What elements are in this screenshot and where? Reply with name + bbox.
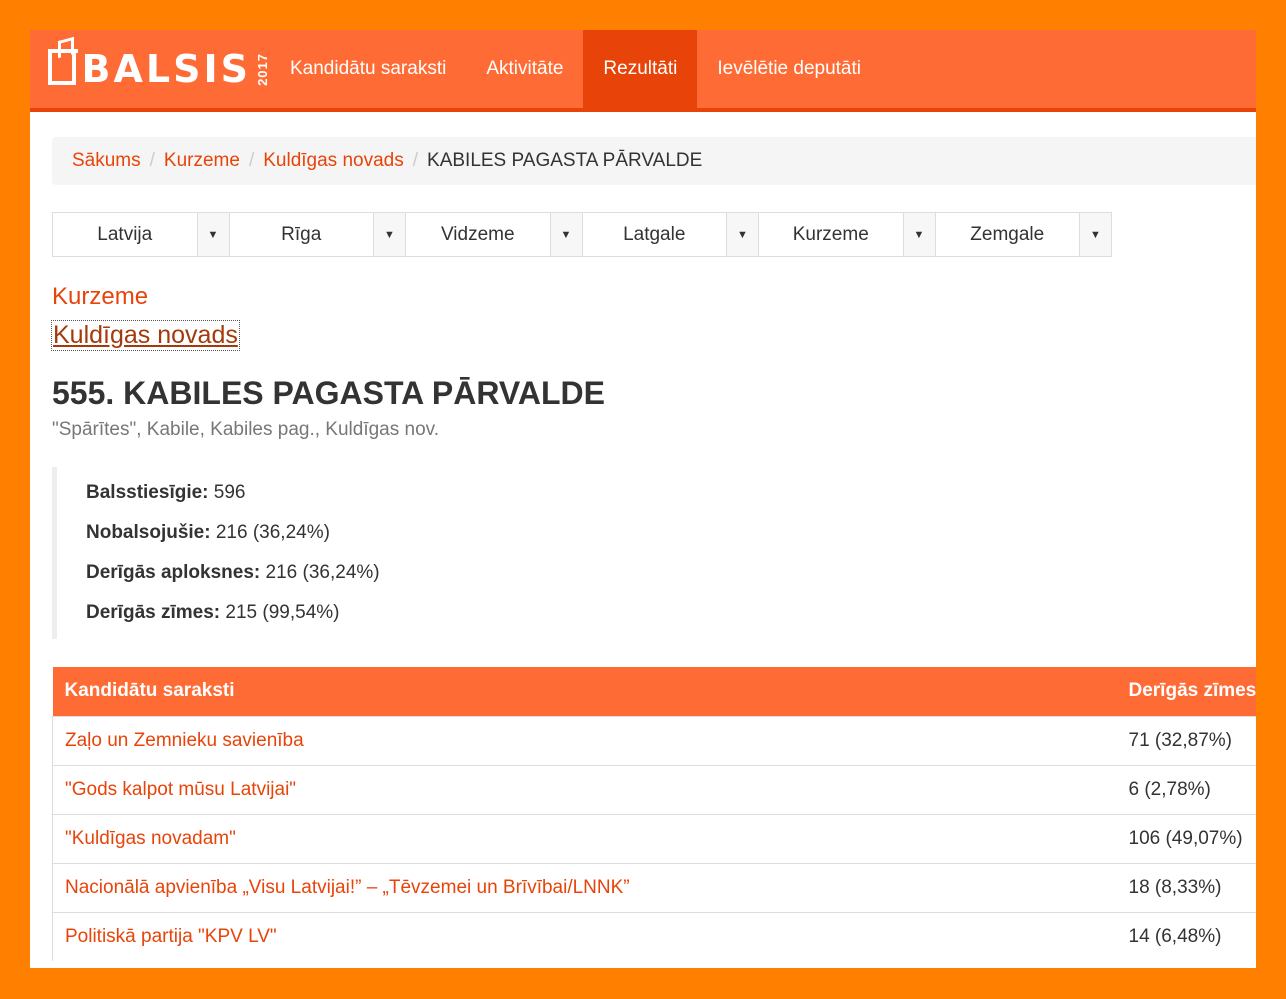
breadcrumb-district[interactable]: Kuldīgas novads <box>263 150 404 172</box>
party-link[interactable]: "Gods kalpot mūsu Latvijai" <box>52 764 1117 814</box>
caret-down-icon[interactable]: ▼ <box>549 213 582 256</box>
nav-item-results[interactable]: Rezultāti <box>583 30 698 108</box>
selector-label[interactable]: Vidzeme <box>406 213 550 256</box>
selector-label[interactable]: Zemgale <box>935 213 1079 256</box>
table-row: Zaļo un Zemnieku savienība 71 (32,87%) <box>52 715 1256 765</box>
region-selectors: Latvija ▼ Rīga ▼ Vidzeme ▼ Latgale ▼ Kur… <box>52 212 1112 257</box>
table-row: "Kuldīgas novadam" 106 (49,07%) <box>52 813 1256 863</box>
stat-value: 216 (36,24%) <box>265 562 380 583</box>
stat-row: Derīgās aploksnes: 216 (36,24%) <box>86 562 652 602</box>
table-row: Politiskā partija "KPV LV" 14 (6,48%) <box>52 911 1256 961</box>
stat-value: 216 (36,24%) <box>215 522 330 543</box>
party-votes: 71 (32,87%) <box>1116 715 1256 765</box>
party-votes: 106 (49,07%) <box>1116 813 1256 863</box>
breadcrumb-region[interactable]: Kurzeme <box>164 150 240 172</box>
breadcrumb: Sākums / Kurzeme / Kuldīgas novads / KAB… <box>52 137 1256 185</box>
column-header-party[interactable]: Kandidātu saraksti <box>52 667 1117 716</box>
stat-label: Balsstiesīgie: <box>86 482 209 503</box>
selector-label[interactable]: Latvija <box>53 213 197 256</box>
party-link[interactable]: Zaļo un Zemnieku savienība <box>52 715 1117 765</box>
party-link[interactable]: "Kuldīgas novadam" <box>52 813 1117 863</box>
page-frame: BALSIS 2017 Kandidātu saraksti Aktivitāt… <box>30 30 1256 968</box>
party-votes: 18 (8,33%) <box>1116 862 1256 912</box>
selector-riga[interactable]: Rīga ▼ <box>228 212 406 257</box>
navbar: BALSIS 2017 Kandidātu saraksti Aktivitāt… <box>30 30 1256 112</box>
brand-logo[interactable]: BALSIS 2017 <box>30 30 270 108</box>
party-link[interactable]: Politiskā partija "KPV LV" <box>52 911 1117 961</box>
stat-label: Derīgās zīmes: <box>86 602 221 623</box>
breadcrumb-separator: / <box>248 150 255 171</box>
region-link[interactable]: Kurzeme <box>52 283 148 311</box>
selector-label[interactable]: Rīga <box>229 213 373 256</box>
brand-word: BALSIS <box>81 47 251 91</box>
selector-latvija[interactable]: Latvija ▼ <box>52 212 230 257</box>
party-link[interactable]: Nacionālā apvienība „Visu Latvijai!” – „… <box>52 862 1117 912</box>
selector-label[interactable]: Kurzeme <box>759 213 903 256</box>
breadcrumb-home[interactable]: Sākums <box>72 150 141 172</box>
stat-row: Nobalsojušie: 216 (36,24%) <box>86 522 652 562</box>
caret-down-icon[interactable]: ▼ <box>196 213 229 256</box>
brand-year: 2017 <box>255 52 270 86</box>
results-table: Kandidātu saraksti Derīgās zīmes Zaļo un… <box>52 667 1256 961</box>
selector-zemgale[interactable]: Zemgale ▼ <box>934 212 1112 257</box>
stat-label: Nobalsojušie: <box>86 522 211 543</box>
stat-value: 596 <box>213 482 246 503</box>
district-link[interactable]: Kuldīgas novads <box>51 320 240 351</box>
breadcrumb-current: KABILES PAGASTA PĀRVALDE <box>427 150 703 171</box>
page-title: 555. KABILES PAGASTA PĀRVALDE <box>52 375 605 411</box>
party-votes: 6 (2,78%) <box>1116 764 1256 814</box>
breadcrumb-separator: / <box>149 150 155 171</box>
caret-down-icon[interactable]: ▼ <box>1079 213 1111 256</box>
ballot-box-icon <box>48 49 78 85</box>
selector-kurzeme[interactable]: Kurzeme ▼ <box>758 212 936 257</box>
table-row: "Gods kalpot mūsu Latvijai" 6 (2,78%) <box>52 764 1256 814</box>
caret-down-icon[interactable]: ▼ <box>902 213 935 256</box>
selector-vidzeme[interactable]: Vidzeme ▼ <box>405 212 583 257</box>
nav-item-candidate-lists[interactable]: Kandidātu saraksti <box>270 30 466 108</box>
stats-block: Balsstiesīgie: 596 Nobalsojušie: 216 (36… <box>52 467 652 639</box>
column-header-votes[interactable]: Derīgās zīmes <box>1116 667 1256 716</box>
selector-latgale[interactable]: Latgale ▼ <box>581 212 759 257</box>
table-row: Nacionālā apvienība „Visu Latvijai!” – „… <box>52 862 1256 912</box>
caret-down-icon[interactable]: ▼ <box>373 213 405 256</box>
stat-value: 215 (99,54%) <box>225 602 340 623</box>
nav-item-activity[interactable]: Aktivitāte <box>466 30 583 108</box>
nav-item-elected-deputies[interactable]: Ievēlētie deputāti <box>697 30 881 108</box>
stat-row: Derīgās zīmes: 215 (99,54%) <box>86 602 652 642</box>
station-address: "Spārītes", Kabile, Kabiles pag., Kuldīg… <box>52 419 440 440</box>
caret-down-icon[interactable]: ▼ <box>726 213 758 256</box>
selector-label[interactable]: Latgale <box>582 213 726 256</box>
stat-row: Balsstiesīgie: 596 <box>86 482 652 522</box>
breadcrumb-separator: / <box>412 150 419 171</box>
party-votes: 14 (6,48%) <box>1116 911 1256 961</box>
table-header-row: Kandidātu saraksti Derīgās zīmes <box>52 667 1256 716</box>
stat-label: Derīgās aploksnes: <box>86 562 261 583</box>
